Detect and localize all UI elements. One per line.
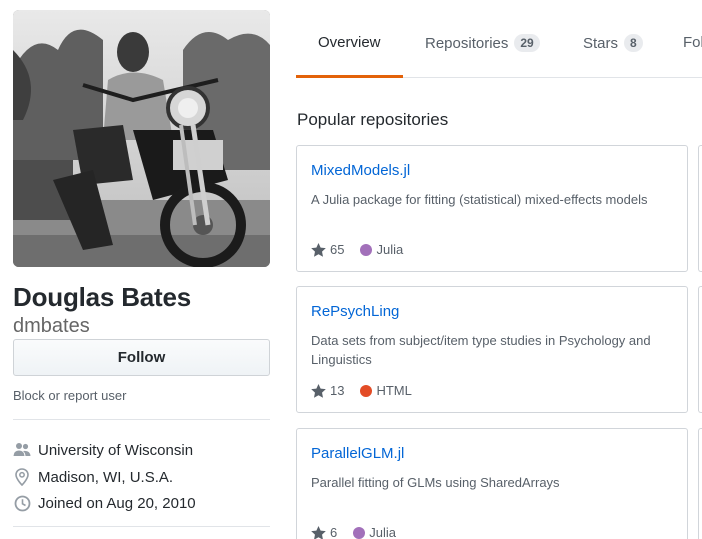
tab-label: Repositories (425, 34, 509, 52)
star-count[interactable]: 13 (330, 383, 344, 398)
star-icon[interactable] (311, 525, 326, 539)
vcard-joined: Joined on Aug 20, 2010 (13, 492, 196, 514)
repo-link[interactable]: ParallelGLM.jl (311, 445, 404, 462)
organization-icon (13, 441, 31, 459)
organization-text: University of Wisconsin (38, 441, 194, 459)
popular-repos-heading: Popular repositories (297, 110, 449, 129)
follow-button[interactable]: Follow (13, 339, 270, 376)
profile-full-name: Douglas Bates (13, 282, 192, 312)
selected-tab-underline (296, 75, 403, 78)
repo-card: ParallelGLM.jl Parallel fitting of GLMs … (296, 428, 688, 539)
vcard-location: Madison, WI, U.S.A. (13, 466, 173, 488)
star-icon[interactable] (311, 242, 326, 257)
avatar[interactable] (13, 10, 270, 267)
clock-icon (13, 494, 31, 512)
star-icon[interactable] (311, 383, 326, 398)
vcard-organization: University of Wisconsin (13, 439, 193, 461)
profile-username: dmbates (13, 315, 90, 337)
tab-label: Fol (683, 34, 702, 51)
repo-meta: 13 HTML (311, 383, 412, 398)
repo-description: Parallel fitting of GLMs using SharedArr… (311, 475, 560, 490)
stars-count-badge: 8 (624, 34, 643, 52)
language-color-dot (360, 243, 373, 256)
repo-link[interactable]: MixedModels.jl (311, 162, 410, 179)
repo-description: Data sets from subject/item type studies… (311, 333, 651, 367)
tab-followers[interactable]: Fol (683, 34, 702, 51)
repo-language: Julia (369, 525, 396, 539)
tab-label: Stars (583, 34, 619, 52)
language-color-dot (360, 384, 373, 397)
repo-card: RePsychLing Data sets from subject/item … (296, 286, 688, 413)
location-icon (13, 468, 31, 486)
repo-meta: 65 Julia (311, 242, 403, 257)
repo-language: HTML (376, 383, 412, 398)
repo-card-partial (698, 145, 702, 272)
repo-description: A Julia package for fitting (statistical… (311, 192, 648, 207)
avatar-photo (13, 10, 270, 267)
repo-language: Julia (376, 242, 404, 257)
repo-meta: 6 Julia (311, 525, 396, 539)
star-count[interactable]: 65 (330, 242, 344, 257)
joined-text: Joined on Aug 20, 2010 (38, 494, 196, 512)
repo-card: MixedModels.jl A Julia package for fitti… (296, 145, 688, 272)
divider (13, 526, 270, 527)
repo-card-partial (698, 286, 702, 413)
tab-label: Overview (318, 34, 381, 51)
repo-card-partial (698, 428, 702, 539)
divider (13, 419, 270, 420)
repositories-count-badge: 29 (514, 34, 540, 52)
tab-stars[interactable]: Stars 8 (583, 34, 643, 52)
tab-repositories[interactable]: Repositories 29 (425, 34, 540, 52)
language-color-dot (353, 526, 366, 539)
block-report-link[interactable]: Block or report user (13, 388, 126, 403)
repo-link[interactable]: RePsychLing (311, 303, 399, 320)
star-count[interactable]: 6 (330, 525, 337, 539)
tab-overview[interactable]: Overview (318, 34, 381, 51)
location-text: Madison, WI, U.S.A. (38, 468, 174, 486)
